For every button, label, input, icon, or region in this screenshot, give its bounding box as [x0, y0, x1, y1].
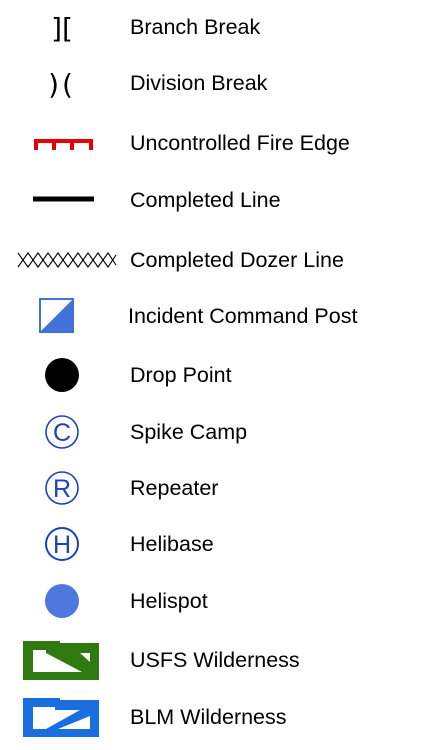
completed-line-icon [0, 175, 130, 225]
legend-label: Incident Command Post [128, 304, 358, 328]
legend-item-usfs-wilderness: USFS Wilderness [0, 635, 441, 685]
legend-item-incident-command-post: Incident Command Post [0, 291, 441, 341]
legend-label: Completed Line [130, 188, 281, 212]
legend-label: USFS Wilderness [130, 648, 300, 672]
legend-item-helibase: H Helibase [0, 519, 441, 569]
spike-camp-glyph: C [53, 419, 71, 447]
legend-label: BLM Wilderness [130, 705, 287, 729]
legend-item-spike-camp: C Spike Camp [0, 407, 441, 457]
legend-item-division-break: )( Division Break [0, 58, 441, 108]
legend-label: Drop Point [130, 363, 232, 387]
blm-wilderness-icon [0, 692, 130, 742]
incident-command-post-icon [0, 291, 130, 341]
legend-item-completed-line: Completed Line [0, 175, 441, 225]
legend-item-blm-wilderness: BLM Wilderness [0, 692, 441, 742]
repeater-glyph: R [53, 475, 71, 503]
completed-dozer-line-icon [0, 235, 130, 285]
repeater-icon: R [0, 463, 130, 513]
legend-label: Spike Camp [130, 420, 248, 444]
helispot-icon [0, 576, 130, 626]
legend-item-drop-point: Drop Point [0, 350, 441, 400]
legend-item-helispot: Helispot [0, 576, 441, 626]
legend-label: Repeater [130, 476, 219, 500]
legend-item-branch-break: ][ Branch Break [0, 2, 441, 52]
division-break-icon: )( [0, 58, 130, 108]
helibase-icon: H [0, 519, 130, 569]
legend-item-uncontrolled-fire-edge: Uncontrolled Fire Edge [0, 118, 441, 168]
legend-label: Branch Break [130, 15, 261, 39]
map-symbol-legend: ][ Branch Break )( Division Break Uncont… [0, 0, 441, 750]
legend-item-completed-dozer-line: Completed Dozer Line [0, 235, 441, 285]
legend-label: Helibase [130, 532, 214, 556]
branch-break-icon: ][ [0, 2, 130, 52]
legend-label: Uncontrolled Fire Edge [130, 131, 350, 155]
legend-label: Completed Dozer Line [130, 248, 344, 272]
spike-camp-icon: C [0, 407, 130, 457]
legend-label: Helispot [130, 589, 208, 613]
legend-item-repeater: R Repeater [0, 463, 441, 513]
drop-point-icon [0, 350, 130, 400]
helibase-glyph: H [53, 531, 71, 559]
division-break-glyph: )( [48, 68, 76, 101]
branch-break-glyph: ][ [51, 12, 73, 45]
usfs-wilderness-icon [0, 635, 130, 685]
legend-label: Division Break [130, 71, 268, 95]
uncontrolled-fire-edge-icon [0, 118, 130, 168]
